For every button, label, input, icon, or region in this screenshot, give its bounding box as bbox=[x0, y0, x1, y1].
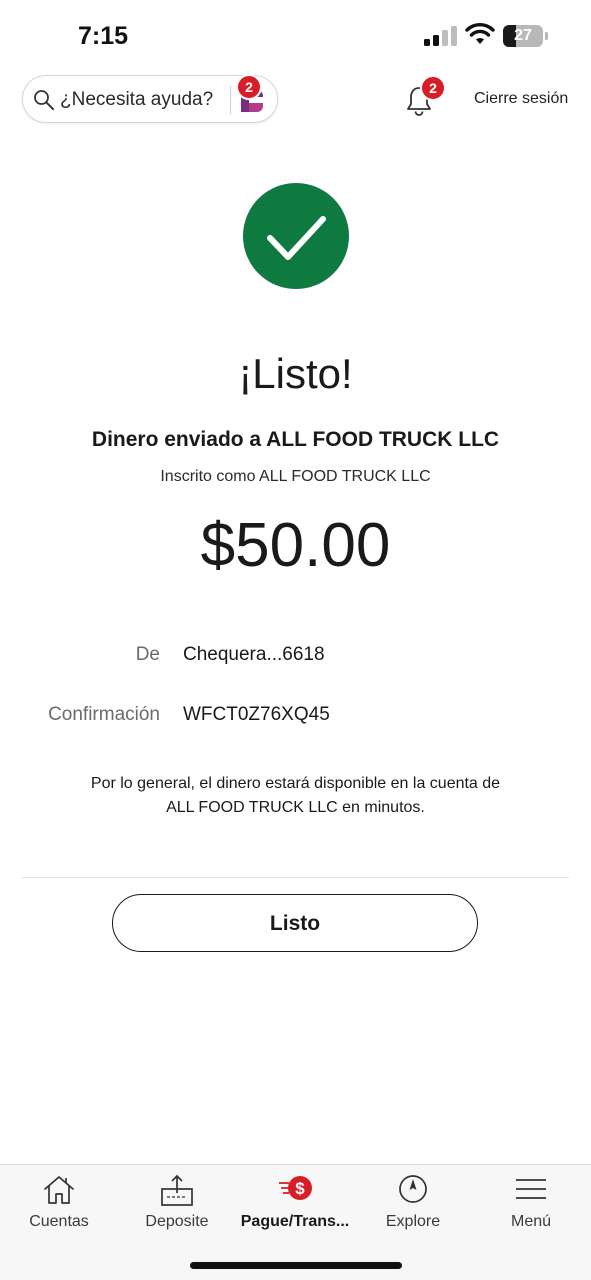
battery-cap bbox=[545, 32, 548, 40]
pay-transfer-icon: $ bbox=[279, 1176, 312, 1200]
search-divider bbox=[230, 86, 231, 114]
notifications-badge: 2 bbox=[420, 75, 446, 101]
recipient-enrolled-as: Inscrito como ALL FOOD TRUCK LLC bbox=[160, 468, 431, 485]
home-indicator[interactable] bbox=[190, 1262, 402, 1269]
cellular-signal-icon bbox=[424, 26, 457, 46]
tab-label: Explore bbox=[385, 1213, 441, 1230]
logout-link[interactable]: Cierre sesión bbox=[474, 90, 568, 108]
status-bar: 7:15 27 bbox=[0, 0, 591, 70]
status-time: 7:15 bbox=[78, 22, 129, 50]
tab-menu[interactable]: Menú bbox=[472, 1165, 590, 1245]
from-account-value: Chequera...6618 bbox=[183, 644, 325, 665]
from-label: De bbox=[135, 644, 160, 665]
wifi-icon bbox=[465, 23, 495, 44]
tab-label: Deposite bbox=[145, 1213, 209, 1230]
section-divider bbox=[22, 877, 569, 878]
tab-label: Menú bbox=[510, 1213, 552, 1230]
transfer-amount: $50.00 bbox=[200, 511, 391, 580]
tab-label: Pague/Trans... bbox=[240, 1213, 350, 1230]
done-button[interactable]: Listo bbox=[112, 894, 478, 952]
confirmation-title: ¡Listo! bbox=[238, 350, 353, 397]
tab-cuentas[interactable]: Cuentas bbox=[0, 1165, 118, 1245]
svg-text:$: $ bbox=[295, 1179, 305, 1198]
menu-icon bbox=[516, 1179, 546, 1199]
bottom-tab-bar: Cuentas Deposite $ Pague/Trans... Explor… bbox=[0, 1164, 591, 1280]
top-header: ¿Necesita ayuda? 2 2 Cierre sesión bbox=[0, 72, 591, 128]
tab-deposite[interactable]: Deposite bbox=[118, 1165, 236, 1245]
tab-label: Cuentas bbox=[29, 1213, 89, 1230]
compass-icon bbox=[399, 1175, 427, 1203]
help-search-placeholder: ¿Necesita ayuda? bbox=[60, 89, 214, 110]
recipient-heading: Dinero enviado a ALL FOOD TRUCK LLC bbox=[91, 428, 500, 451]
confirmation-label: Confirmación bbox=[48, 704, 160, 725]
confirmation-number-value: WFCT0Z76XQ45 bbox=[183, 704, 330, 725]
home-icon bbox=[44, 1176, 74, 1204]
battery-indicator: 27 bbox=[503, 25, 549, 47]
tab-pague-transfiera[interactable]: $ Pague/Trans... bbox=[236, 1165, 354, 1245]
search-icon bbox=[34, 90, 54, 110]
assistant-badge: 2 bbox=[236, 74, 262, 100]
availability-note: Por lo general, el dinero estará disponi… bbox=[90, 775, 501, 816]
success-check-icon bbox=[243, 183, 349, 289]
battery-level: 27 bbox=[514, 27, 532, 44]
tab-explore[interactable]: Explore bbox=[354, 1165, 472, 1245]
deposit-icon bbox=[161, 1174, 193, 1206]
